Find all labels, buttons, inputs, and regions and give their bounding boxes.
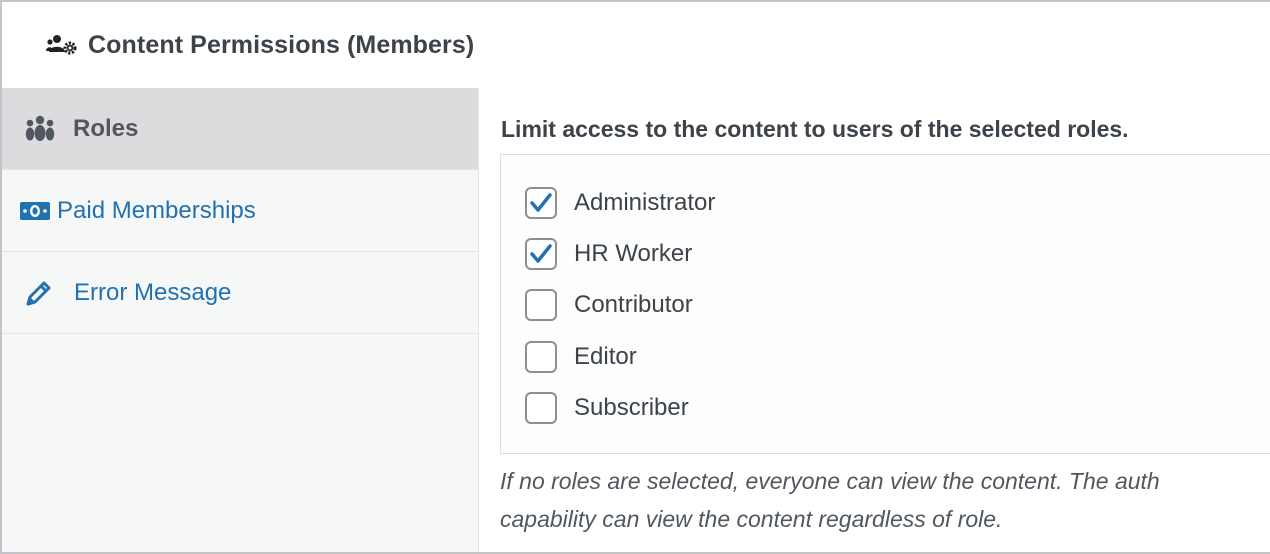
role-label: Editor	[574, 343, 637, 370]
role-hr-worker[interactable]: HR Worker	[525, 237, 692, 271]
content-permissions-panel: Content Permissions (Members) Roles Paid…	[0, 0, 1270, 554]
role-contributor[interactable]: Contributor	[525, 288, 693, 322]
role-checkbox[interactable]	[525, 187, 557, 219]
role-label: Contributor	[574, 291, 693, 318]
users-gear-icon	[46, 33, 78, 57]
money-icon	[19, 201, 51, 220]
pencil-icon	[24, 279, 54, 307]
tab-error-message-label: Error Message	[74, 278, 232, 306]
role-checkbox[interactable]	[525, 238, 557, 270]
panel-title: Content Permissions (Members)	[88, 30, 475, 59]
tab-sidebar: Roles Paid Memberships Error Message	[2, 88, 479, 552]
tab-error-message[interactable]: Error Message	[2, 252, 478, 334]
help-line: If no roles are selected, everyone can v…	[500, 468, 1160, 494]
roles-checklist: Administrator HR Worker Contributor Edit…	[500, 154, 1270, 454]
role-administrator[interactable]: Administrator	[525, 186, 715, 220]
panel-header: Content Permissions (Members)	[2, 2, 1270, 88]
role-subscriber[interactable]: Subscriber	[525, 391, 689, 425]
role-checkbox[interactable]	[525, 289, 557, 321]
tab-roles-label: Roles	[73, 114, 139, 142]
role-checkbox[interactable]	[525, 392, 557, 424]
role-checkbox[interactable]	[525, 341, 557, 373]
role-label: HR Worker	[574, 240, 693, 267]
role-label: Subscriber	[574, 394, 689, 421]
tab-paid-memberships[interactable]: Paid Memberships	[2, 170, 478, 252]
help-text: If no roles are selected, everyone can v…	[500, 462, 1270, 538]
group-icon	[23, 115, 57, 143]
tab-roles[interactable]: Roles	[2, 88, 478, 170]
role-label: Administrator	[574, 189, 716, 216]
roles-tab-content: Limit access to the content to users of …	[480, 88, 1270, 552]
tab-paid-memberships-label: Paid Memberships	[57, 196, 256, 224]
section-title: Limit access to the content to users of …	[501, 116, 1129, 142]
checkmark-icon	[530, 193, 552, 212]
role-editor[interactable]: Editor	[525, 340, 637, 374]
checkmark-icon	[530, 244, 552, 263]
help-line: capability can view the content regardle…	[500, 506, 1003, 532]
